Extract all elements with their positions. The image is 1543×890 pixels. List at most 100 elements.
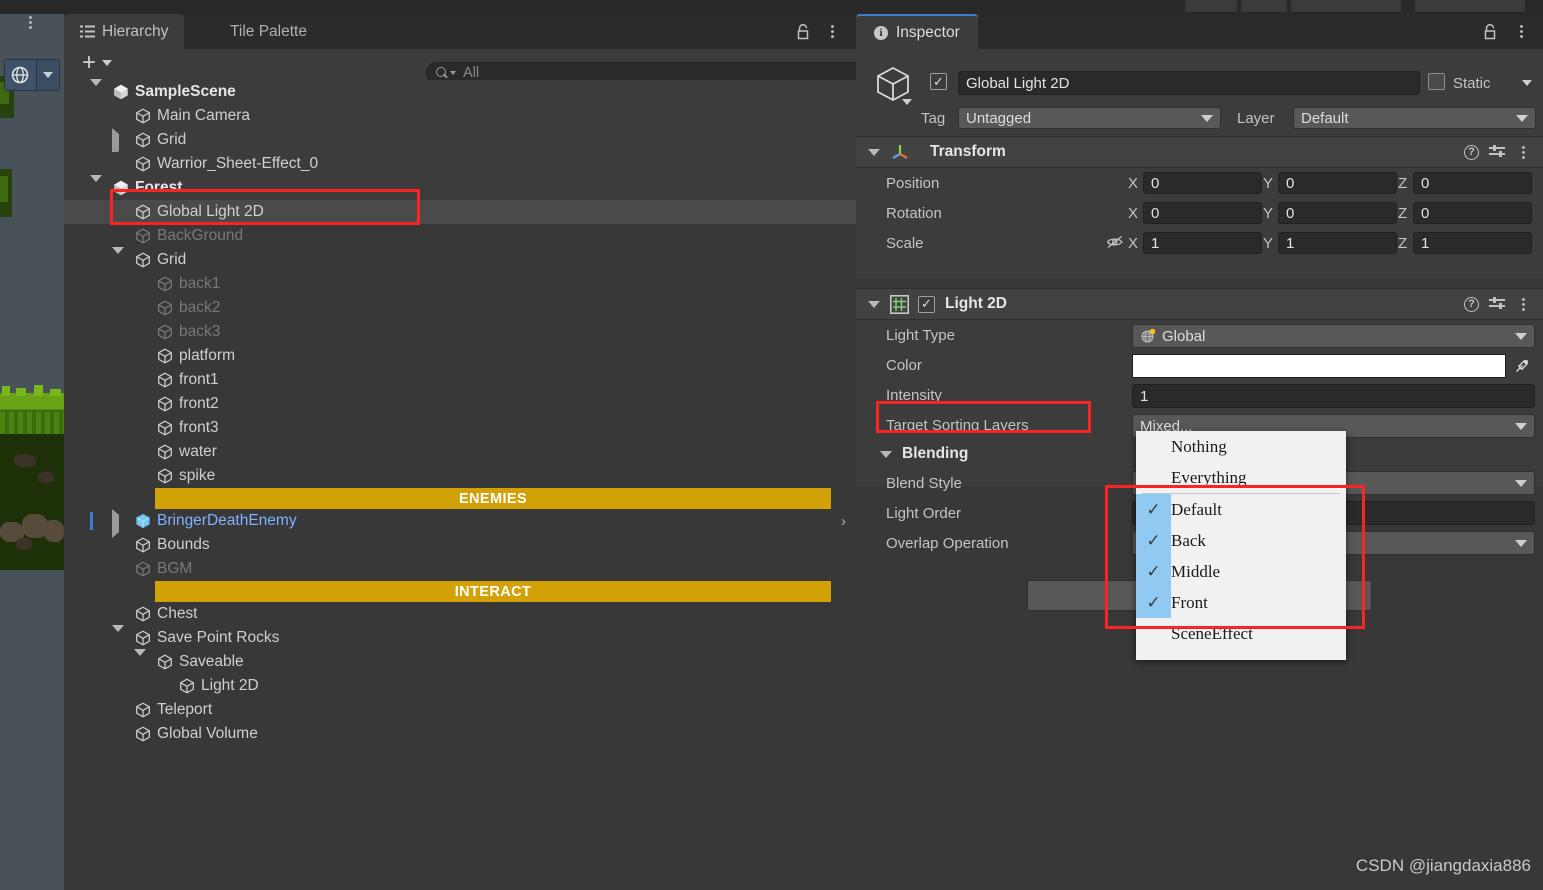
- help-icon[interactable]: ?: [1464, 144, 1479, 160]
- hierarchy-item-grid[interactable]: Grid: [64, 247, 856, 272]
- sorting-layer-option-middle[interactable]: Middle: [1136, 556, 1346, 587]
- tab-tile-palette[interactable]: Tile Palette: [214, 14, 323, 49]
- light2d-enabled-checkbox[interactable]: ✓: [918, 295, 935, 313]
- foldout-toggle[interactable]: [112, 625, 124, 649]
- intensity-field[interactable]: 1: [1132, 384, 1535, 408]
- transform-rotation-z-field[interactable]: 0: [1413, 202, 1532, 224]
- hierarchy-item-bgm[interactable]: BGM: [64, 557, 856, 581]
- static-dropdown-chevron-icon[interactable]: [1522, 80, 1532, 86]
- grass-tuft: [34, 385, 43, 396]
- hierarchy-item-warrior-sheet-effect-0[interactable]: Warrior_Sheet-Effect_0: [64, 152, 856, 176]
- light2d-foldout-icon[interactable]: [868, 300, 880, 308]
- light2d-menu-icon[interactable]: [1521, 297, 1525, 311]
- blending-title: Blending: [902, 445, 969, 462]
- axis-label-z: Z: [1398, 175, 1408, 192]
- toolbar-cloud-button[interactable]: [1241, 0, 1287, 12]
- gameobject-name-field[interactable]: Global Light 2D: [958, 71, 1420, 95]
- gameobject-icon-chevron[interactable]: [902, 99, 912, 105]
- hierarchy-item-back2[interactable]: back2: [64, 296, 856, 320]
- sorting-layers-popup[interactable]: Nothing Everything Default Back Middle Front S…: [1136, 431, 1346, 660]
- transform-position-y-field[interactable]: 0: [1278, 172, 1397, 194]
- scene-gizmo-orientation-toggle[interactable]: [4, 59, 60, 91]
- eyedropper-icon[interactable]: [1508, 354, 1535, 378]
- transform-position-x-field[interactable]: 0: [1143, 172, 1262, 194]
- inspector-menu-icon[interactable]: [1519, 25, 1523, 38]
- sorting-layer-option-front[interactable]: Front: [1136, 587, 1346, 618]
- transform-scale-z-field[interactable]: 1: [1413, 232, 1532, 254]
- transform-rotation-y-field[interactable]: 0: [1278, 202, 1397, 224]
- transform-scale-x-field[interactable]: 1: [1143, 232, 1262, 254]
- hierarchy-menu-icon[interactable]: [830, 25, 834, 38]
- hierarchy-item-bringerdeathenemy[interactable]: BringerDeathEnemy ›: [64, 509, 856, 538]
- color-swatch[interactable]: [1132, 354, 1506, 378]
- preset-icon[interactable]: [1489, 297, 1505, 311]
- hierarchy-item-background[interactable]: BackGround: [64, 224, 856, 248]
- inspector-lock-icon[interactable]: [1483, 23, 1497, 45]
- orientation-dropdown-chevron-icon[interactable]: [35, 60, 59, 90]
- preset-icon[interactable]: [1489, 145, 1505, 159]
- transform-component-header[interactable]: Transform ?: [856, 136, 1543, 168]
- hierarchy-item-front1[interactable]: front1: [64, 368, 856, 392]
- create-gameobject-button[interactable]: +: [82, 51, 113, 75]
- foldout-toggle[interactable]: [112, 247, 124, 271]
- transform-scale-y-field[interactable]: 1: [1278, 232, 1397, 254]
- sorting-layer-option-back[interactable]: Back: [1136, 525, 1346, 556]
- transform-scale-row: Scale X 1 Y 1 Z 1: [856, 228, 1543, 258]
- hierarchy-item-chest[interactable]: Chest: [64, 602, 856, 626]
- hierarchy-item-global-volume[interactable]: Global Volume: [64, 722, 856, 746]
- hierarchy-item-global-light-2d[interactable]: Global Light 2D: [64, 200, 856, 224]
- constrain-proportions-off-icon[interactable]: [1106, 234, 1124, 250]
- blending-foldout-icon[interactable]: [880, 450, 892, 458]
- sorting-layer-option-nothing[interactable]: Nothing: [1136, 431, 1346, 462]
- foldout-toggle[interactable]: [112, 509, 124, 538]
- sorting-layer-option-default[interactable]: Default: [1136, 494, 1346, 525]
- transform-menu-icon[interactable]: [1521, 145, 1525, 159]
- hierarchy-item-water[interactable]: water: [64, 440, 856, 464]
- hierarchy-tree[interactable]: SampleScene Main Camera Grid Warrior_Sheet-…: [64, 79, 856, 890]
- sorting-layer-option-everything[interactable]: Everything: [1136, 462, 1346, 493]
- hierarchy-item-main-camera[interactable]: Main Camera: [64, 104, 856, 128]
- hierarchy-item-light-2d[interactable]: Light 2D: [64, 674, 856, 698]
- toolbar-layers-dropdown[interactable]: [1291, 0, 1401, 12]
- gameobject-enabled-checkbox[interactable]: ✓: [930, 73, 947, 90]
- foldout-toggle[interactable]: [90, 79, 102, 103]
- transform-foldout-icon[interactable]: [868, 148, 880, 156]
- hierarchy-item-spike[interactable]: spike: [64, 464, 856, 488]
- sorting-layer-option-sceneeffect[interactable]: SceneEffect: [1136, 618, 1346, 649]
- hierarchy-item-saveable[interactable]: Saveable: [64, 649, 856, 674]
- toolbar-account-button[interactable]: [1185, 0, 1237, 12]
- hierarchy-lock-icon[interactable]: [796, 23, 810, 45]
- tab-inspector[interactable]: i Inspector: [856, 14, 978, 49]
- tab-hierarchy[interactable]: Hierarchy: [64, 14, 185, 49]
- search-filter-chevron-icon[interactable]: [450, 71, 456, 75]
- hierarchy-item-forest[interactable]: Forest: [64, 175, 856, 200]
- toolbar-layout-dropdown[interactable]: [1415, 0, 1525, 12]
- light-type-dropdown[interactable]: Global: [1132, 324, 1535, 348]
- global-orientation-icon[interactable]: [5, 60, 36, 90]
- layer-dropdown[interactable]: Default: [1293, 107, 1536, 129]
- hierarchy-item-back1[interactable]: back1: [64, 272, 856, 296]
- scene-view-menu-icon[interactable]: [28, 16, 32, 29]
- transform-position-z-field[interactable]: 0: [1413, 172, 1532, 194]
- hierarchy-item-bounds[interactable]: Bounds: [64, 533, 856, 557]
- foldout-toggle[interactable]: [134, 649, 146, 673]
- tag-dropdown[interactable]: Untagged: [958, 107, 1221, 129]
- hierarchy-item-samplescene[interactable]: SampleScene: [64, 79, 856, 104]
- scene-view[interactable]: [0, 14, 64, 890]
- light2d-component-header[interactable]: ✓ Light 2D ?: [856, 288, 1543, 320]
- hierarchy-item-front3[interactable]: front3: [64, 416, 856, 440]
- help-icon[interactable]: ?: [1464, 296, 1479, 312]
- prefab-open-chevron-icon[interactable]: ›: [841, 513, 846, 530]
- hierarchy-item-teleport[interactable]: Teleport: [64, 698, 856, 722]
- foldout-toggle[interactable]: [112, 128, 124, 157]
- hierarchy-item-save-point-rocks[interactable]: Save Point Rocks: [64, 625, 856, 650]
- transform-rotation-x-field[interactable]: 0: [1143, 202, 1262, 224]
- static-checkbox[interactable]: [1428, 73, 1445, 90]
- hierarchy-item-platform[interactable]: platform: [64, 344, 856, 368]
- hierarchy-item-front2[interactable]: front2: [64, 392, 856, 416]
- value: 0: [1151, 174, 1160, 192]
- hierarchy-item-grid[interactable]: Grid: [64, 128, 856, 157]
- foldout-toggle[interactable]: [90, 175, 102, 199]
- gameobject-icon: [156, 443, 179, 461]
- hierarchy-item-back3[interactable]: back3: [64, 320, 856, 344]
